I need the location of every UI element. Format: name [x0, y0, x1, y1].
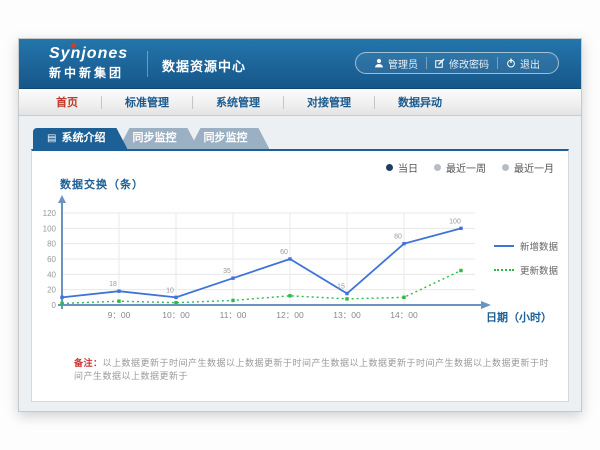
logo-secondary-text: 新中新集团 — [49, 64, 128, 81]
series-updated-data — [62, 271, 461, 304]
main-nav: 首页标准管理系统管理对接管理数据异动 — [19, 89, 581, 116]
chart-x-axis-label: 日期（小时） — [486, 309, 552, 325]
tab-label: 同步监控 — [132, 132, 176, 144]
user-pill: 管理员 修改密码 退出 — [355, 52, 559, 74]
change-password-label: 修改密码 — [449, 56, 489, 71]
range-option-last-month[interactable]: 最近一月 — [502, 160, 554, 175]
footnote-text: 以上数据更新于时间产生数据以上数据更新于时间产生数据以上数据更新于时间产生数据以… — [74, 358, 549, 381]
radio-icon — [434, 164, 441, 171]
logo: Synjones 新中新集团 — [49, 45, 128, 81]
svg-text:80: 80 — [394, 234, 402, 241]
chart-panel: 当日最近一周最近一月 数据交换（条） 0204060801001209：0010… — [31, 149, 569, 402]
logo-primary-text: Synjones — [49, 45, 128, 63]
logout-label: 退出 — [520, 56, 540, 71]
tab-label: 同步监控 — [203, 132, 247, 144]
svg-text:100: 100 — [43, 224, 57, 233]
svg-text:12：00: 12：00 — [276, 310, 304, 320]
edit-icon — [435, 58, 445, 68]
legend-item-updated-data: 更新数据 — [494, 263, 560, 277]
range-option-label: 当日 — [398, 160, 418, 175]
user-icon — [374, 58, 384, 68]
svg-text:120: 120 — [43, 209, 57, 218]
legend-label: 新增数据 — [520, 239, 558, 253]
tab-bar: ▤ 系统介绍 同步监控 同步监控 — [33, 128, 569, 149]
radio-icon — [502, 164, 509, 171]
legend-label: 更新数据 — [520, 263, 558, 277]
nav-item-integration-mgmt[interactable]: 对接管理 — [284, 94, 374, 110]
legend-line-sample — [494, 269, 514, 271]
svg-text:0: 0 — [52, 301, 57, 310]
svg-text:9：00: 9：00 — [108, 310, 131, 320]
tab-system-intro[interactable]: ▤ 系统介绍 — [33, 128, 127, 149]
app-window: Synjones 新中新集团 数据资源中心 管理员 修改密码 — [18, 38, 582, 412]
document-icon: ▤ — [47, 128, 56, 149]
svg-text:80: 80 — [47, 240, 56, 249]
header-divider — [147, 51, 148, 77]
svg-text:15: 15 — [337, 284, 345, 291]
svg-text:13：00: 13：00 — [333, 310, 361, 320]
svg-text:20: 20 — [47, 286, 56, 295]
svg-text:100: 100 — [449, 218, 461, 225]
radio-icon — [386, 164, 393, 171]
svg-text:10: 10 — [166, 287, 174, 294]
nav-item-home[interactable]: 首页 — [33, 94, 101, 110]
svg-text:10：00: 10：00 — [162, 310, 190, 320]
svg-text:60: 60 — [47, 255, 56, 264]
tab-label: 系统介绍 — [61, 132, 105, 144]
logout-button[interactable]: 退出 — [498, 56, 548, 71]
range-option-today[interactable]: 当日 — [386, 160, 418, 175]
user-menu[interactable]: 管理员 — [366, 56, 426, 71]
svg-text:14：00: 14：00 — [390, 310, 418, 320]
footnote-prefix: 备注： — [74, 358, 103, 368]
range-option-label: 最近一周 — [446, 160, 486, 175]
svg-text:60: 60 — [280, 249, 288, 256]
chart-legend: 新增数据更新数据 — [494, 239, 560, 287]
legend-line-sample — [494, 245, 514, 247]
app-title: 数据资源中心 — [162, 56, 246, 75]
svg-text:11：00: 11：00 — [220, 310, 247, 320]
tab-sync-monitor-2[interactable]: 同步监控 — [189, 128, 269, 149]
range-radio-group: 当日 最近一周 最近一月 — [386, 160, 554, 175]
svg-text:18: 18 — [109, 281, 117, 288]
legend-item-new-data: 新增数据 — [494, 239, 560, 253]
nav-item-standard-mgmt[interactable]: 标准管理 — [102, 94, 192, 110]
exchange-line-chart: 0 20 40 60 80 100 120 9：00 10：00 11：00 12：00 13：00 1… — [42, 187, 504, 337]
range-option-label: 最近一月 — [514, 160, 554, 175]
nav-item-data-change[interactable]: 数据异动 — [375, 94, 465, 110]
nav-item-system-mgmt[interactable]: 系统管理 — [193, 94, 283, 110]
footnote: 备注：以上数据更新于时间产生数据以上数据更新于时间产生数据以上数据更新于时间产生… — [74, 356, 552, 382]
power-icon — [506, 58, 516, 68]
tab-sync-monitor-1[interactable]: 同步监控 — [118, 128, 198, 149]
user-label: 管理员 — [388, 56, 418, 71]
svg-text:35: 35 — [223, 268, 231, 275]
svg-text:40: 40 — [47, 270, 56, 279]
content-area: ▤系统介绍同步监控同步监控 当日最近一周最近一月 数据交换（条） 0204060… — [19, 116, 581, 412]
header: Synjones 新中新集团 数据资源中心 管理员 修改密码 — [19, 39, 581, 89]
change-password-button[interactable]: 修改密码 — [427, 56, 497, 71]
range-option-last-week[interactable]: 最近一周 — [434, 160, 486, 175]
